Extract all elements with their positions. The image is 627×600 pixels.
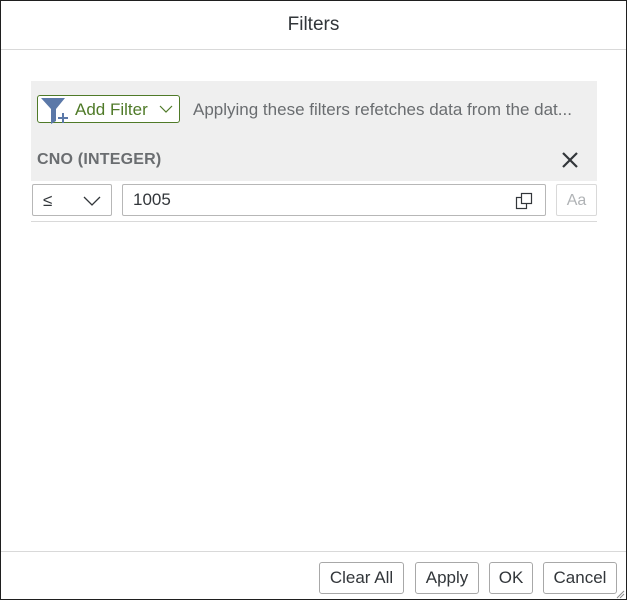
filter-field-header: CNO (INTEGER) <box>31 139 597 181</box>
close-icon[interactable] <box>559 149 581 171</box>
field-label: CNO (INTEGER) <box>37 151 162 168</box>
chevron-down-icon <box>159 105 173 113</box>
filter-value-input[interactable]: 1005 <box>122 184 546 216</box>
case-sensitive-label: Aa <box>566 192 587 209</box>
clear-all-button[interactable]: Clear All <box>319 562 404 594</box>
add-filter-button[interactable]: Add Filter <box>37 95 180 124</box>
funnel-plus-icon <box>41 98 68 124</box>
chevron-down-icon <box>83 196 101 206</box>
filters-dialog: Filters Add Filter Applying these filter… <box>0 0 627 600</box>
refetch-info-text: Applying these filters refetches data fr… <box>193 100 572 119</box>
value-help-icon[interactable] <box>515 192 533 210</box>
divider <box>31 221 597 222</box>
filter-toolbar: Add Filter Applying these filters refetc… <box>31 81 597 139</box>
dialog-header: Filters <box>1 1 626 50</box>
dialog-footer: Clear All Apply OK Cancel <box>1 551 626 600</box>
resize-grip-icon[interactable] <box>615 589 625 599</box>
operator-value: ≤ <box>43 191 53 210</box>
filter-value: 1005 <box>133 190 171 209</box>
operator-select[interactable]: ≤ <box>32 184 112 216</box>
cancel-button[interactable]: Cancel <box>543 562 617 594</box>
apply-button[interactable]: Apply <box>415 562 479 594</box>
ok-button[interactable]: OK <box>489 562 533 594</box>
dialog-title: Filters <box>287 14 340 35</box>
add-filter-label: Add Filter <box>75 100 148 119</box>
case-sensitive-toggle[interactable]: Aa <box>556 184 597 216</box>
